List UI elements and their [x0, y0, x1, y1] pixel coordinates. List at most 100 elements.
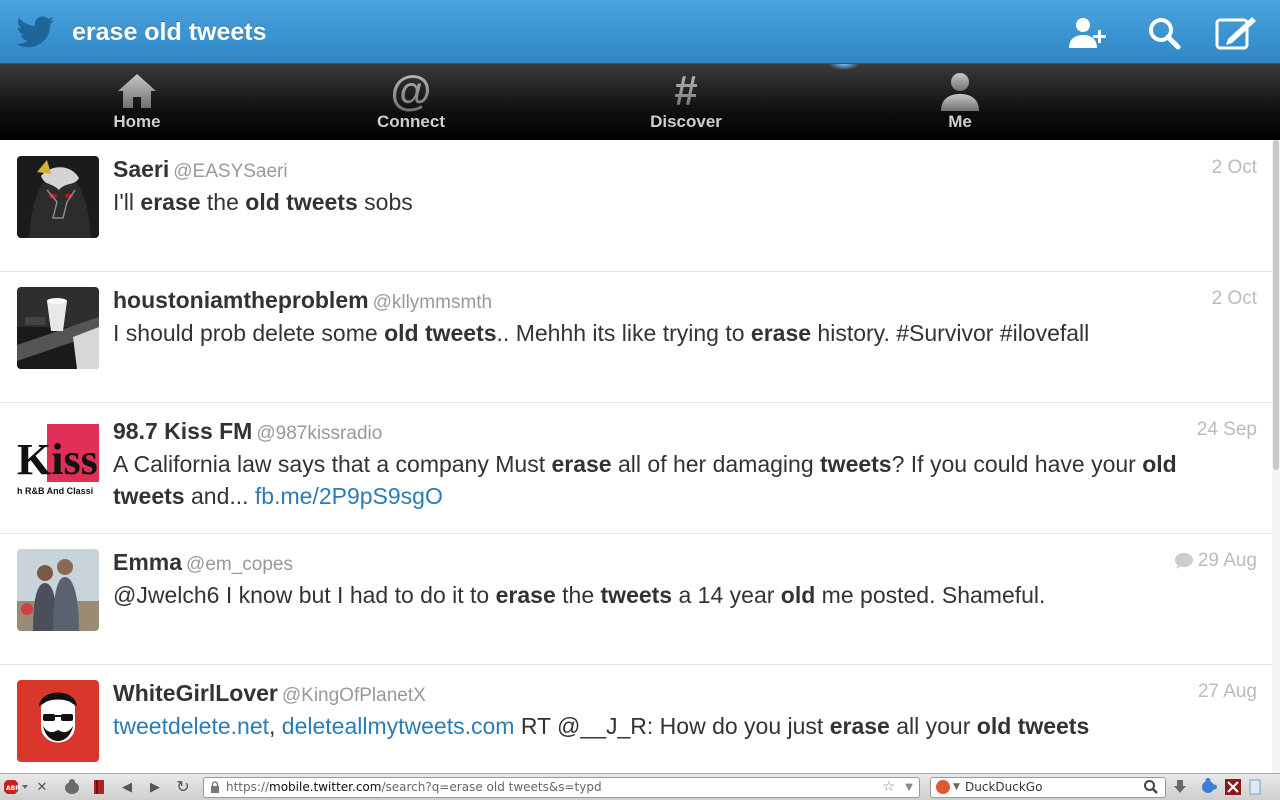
tweet-text-segment: all your [889, 713, 977, 739]
person-icon [941, 73, 979, 111]
scrollbar[interactable] [1272, 140, 1280, 773]
tab-connect-label: Connect [377, 112, 445, 131]
search-term-highlight: tweets [600, 582, 673, 608]
tweet-text-segment: A California law says that a company Mus… [113, 451, 552, 477]
browser-toolbar: ABP ✕ ◀ ▶ ↻ https://mobile.twitter.com/s… [0, 773, 1280, 800]
adblock-icon[interactable]: ABP [2, 778, 30, 796]
duckduckgo-icon[interactable] [936, 780, 950, 794]
tweet-link[interactable]: deleteallmytweets.com [282, 713, 515, 739]
forward-icon[interactable]: ▶ [148, 778, 162, 796]
tweet-author-name[interactable]: Saeri [113, 156, 169, 182]
svg-text:Kiss: Kiss [17, 435, 98, 484]
tweet-link[interactable]: tweetdelete.net [113, 713, 269, 739]
avatar[interactable] [17, 156, 99, 238]
search-term-highlight: old tweets [384, 320, 497, 346]
tweet-author-handle[interactable]: @em_copes [186, 554, 293, 575]
tweet-text-segment: the [200, 189, 246, 215]
avatar-image: Kiss h R&B And Classi [17, 418, 99, 500]
extension-icon[interactable] [1224, 778, 1242, 796]
tweet-text: I'll erase the old tweets sobs [113, 186, 1253, 218]
search-term-highlight: tweets [820, 451, 892, 477]
tab-home[interactable]: Home [77, 70, 197, 138]
search-term-highlight: erase [140, 189, 201, 215]
search-icon[interactable] [1143, 779, 1159, 795]
tweet-text: I should prob delete some old tweets.. M… [113, 317, 1253, 349]
avatar[interactable] [17, 287, 99, 369]
search-term-highlight: old tweets [245, 189, 358, 215]
add-user-icon [1069, 18, 1106, 48]
tweet-item[interactable]: WhiteGirlLover @KingOfPlanetX 27 Aug twee… [0, 664, 1272, 773]
search-results-list: Saeri @EASYSaeri 2 Oct I'll erase the old… [0, 140, 1272, 773]
back-icon[interactable]: ◀ [120, 778, 134, 796]
tweet-text-segment: the [555, 582, 601, 608]
active-tab-indicator [828, 64, 860, 70]
search-button[interactable] [1142, 14, 1186, 52]
svg-text:h R&B And Classi: h R&B And Classi [17, 486, 93, 496]
bookmarks-icon[interactable] [92, 778, 106, 796]
url-bar[interactable]: https://mobile.twitter.com/search?q=eras… [203, 777, 920, 798]
chevron-down-icon[interactable]: ▼ [905, 778, 913, 797]
tweet-item[interactable]: Kiss h R&B And Classi 98.7 Kiss FM @987ki… [0, 402, 1272, 534]
tweet-timestamp[interactable]: 24 Sep [1197, 419, 1257, 441]
compose-icon [1215, 17, 1256, 50]
url-path: /search?q=erase old tweets&s=typd [381, 780, 602, 794]
compose-button[interactable] [1214, 14, 1258, 52]
tweet-author-name[interactable]: Emma [113, 549, 182, 575]
download-icon[interactable] [1172, 778, 1188, 796]
browser-search-field[interactable]: ▼ DuckDuckGo [930, 777, 1166, 798]
tweet-timestamp[interactable]: 2 Oct [1212, 288, 1257, 310]
twitter-bird-icon[interactable] [16, 14, 56, 50]
home-icon [118, 74, 156, 108]
follow-user-button[interactable] [1066, 14, 1110, 52]
tweet-timestamp[interactable]: 27 Aug [1198, 681, 1257, 703]
tweet-text-segment: @Jwelch6 I know but I had to do it to [113, 582, 496, 608]
tweet-author-name[interactable]: houstoniamtheproblem [113, 287, 369, 313]
avatar-image [17, 680, 99, 762]
tab-discover[interactable]: # Discover [626, 70, 746, 138]
tweet-text-segment: .. Mehhh its like trying to [496, 320, 751, 346]
tweet-author-name[interactable]: WhiteGirlLover [113, 680, 278, 706]
tweet-author-handle[interactable]: @KingOfPlanetX [282, 685, 426, 706]
search-icon [1149, 18, 1181, 50]
bookmark-star-icon[interactable]: ☆ [882, 778, 895, 797]
tweet-item[interactable]: Saeri @EASYSaeri 2 Oct I'll erase the old… [0, 140, 1272, 272]
avatar-image [17, 287, 99, 369]
notes-icon[interactable] [1248, 778, 1262, 796]
chevron-down-icon[interactable]: ▼ [953, 778, 960, 797]
at-icon: @ [390, 67, 432, 114]
tweet-author-handle[interactable]: @kllymmsmth [373, 292, 493, 313]
tweet-author-handle[interactable]: @EASYSaeri [173, 161, 287, 182]
avatar[interactable] [17, 680, 99, 762]
tweet-text-segment: sobs [357, 189, 413, 215]
tweet-link[interactable]: fb.me/2P9pS9sgO [255, 483, 443, 509]
search-term-highlight: erase [829, 713, 890, 739]
scrollbar-thumb[interactable] [1273, 140, 1279, 470]
tweet-text-segment: history. #Survivor #ilovefall [811, 320, 1090, 346]
search-term-highlight: erase [551, 451, 612, 477]
search-term-highlight: old [780, 582, 816, 608]
search-term-highlight: erase [750, 320, 812, 346]
tweet-author-name[interactable]: 98.7 Kiss FM [113, 418, 252, 444]
tweet-text-segment: and... [184, 483, 255, 509]
tab-connect[interactable]: @ Connect [351, 70, 471, 138]
close-icon[interactable]: ✕ [34, 778, 50, 796]
tweet-item[interactable]: houstoniamtheproblem @kllymmsmth 2 Oct I … [0, 271, 1272, 403]
url-domain: mobile.twitter.com [269, 780, 382, 794]
tweet-timestamp[interactable]: 2 Oct [1212, 157, 1257, 179]
puzzle-icon[interactable] [1198, 778, 1218, 796]
tab-me[interactable]: Me [900, 70, 1020, 138]
reload-icon[interactable]: ↻ [174, 778, 192, 796]
page-title: erase old tweets [72, 18, 267, 46]
tweet-text-segment: I'll [113, 189, 141, 215]
tweet-text-segment: I should prob delete some [113, 320, 385, 346]
tweet-author-handle[interactable]: @987kissradio [256, 423, 382, 444]
avatar[interactable]: Kiss h R&B And Classi [17, 418, 99, 500]
tweet-text: tweetdelete.net, deleteallmytweets.com R… [113, 710, 1253, 742]
tweet-text: @Jwelch6 I know but I had to do it to er… [113, 579, 1253, 611]
tab-me-label: Me [948, 112, 972, 131]
tweet-text-segment: RT @__J_R: How do you just [514, 713, 830, 739]
avatar[interactable] [17, 549, 99, 631]
tweet-timestamp[interactable]: 29 Aug [1174, 550, 1257, 572]
tweet-item[interactable]: Emma @em_copes 29 Aug @Jwelch6 I know but… [0, 533, 1272, 665]
bug-icon[interactable] [60, 778, 84, 796]
